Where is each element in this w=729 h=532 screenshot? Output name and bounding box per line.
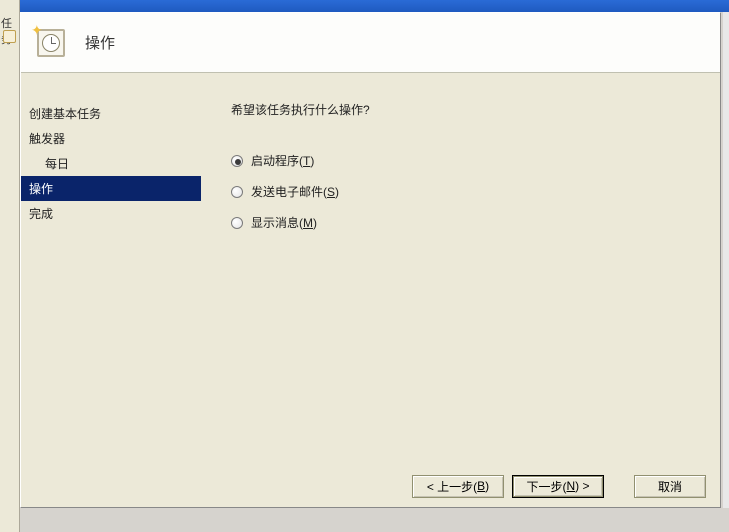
dialog-body: 创建基本任务 触发器 每日 操作 完成 希望该任务执行什么操作? 启动程序(T)… — [21, 73, 720, 465]
wizard-step-list: 创建基本任务 触发器 每日 操作 完成 — [21, 101, 201, 226]
dialog-footer: < 上一步(B) 下一步(N) > 取消 — [21, 465, 720, 507]
parent-window-right-edge — [723, 12, 729, 508]
radio-label: 显示消息(M) — [251, 214, 317, 231]
action-question: 希望该任务执行什么操作? — [231, 101, 700, 118]
parent-panel-icon — [3, 30, 16, 43]
radio-show-message[interactable]: 显示消息(M) — [231, 214, 700, 231]
radio-indicator-icon — [231, 155, 243, 167]
schedule-clock-icon: ✦ — [31, 23, 71, 63]
content-pane: 希望该任务执行什么操作? 启动程序(T) 发送电子邮件(S) 显示消息(M) — [231, 101, 700, 245]
wizard-step-finish[interactable]: 完成 — [21, 201, 201, 226]
radio-label: 发送电子邮件(S) — [251, 183, 339, 200]
parent-window-left-panel: 任务 — [0, 0, 20, 532]
wizard-step-action[interactable]: 操作 — [21, 176, 201, 201]
dialog-header: ✦ 操作 — [21, 13, 720, 73]
next-button[interactable]: 下一步(N) > — [512, 475, 604, 498]
back-button[interactable]: < 上一步(B) — [412, 475, 504, 498]
radio-send-email[interactable]: 发送电子邮件(S) — [231, 183, 700, 200]
radio-start-program[interactable]: 启动程序(T) — [231, 152, 700, 169]
cancel-button[interactable]: 取消 — [634, 475, 706, 498]
radio-indicator-icon — [231, 217, 243, 229]
radio-label: 启动程序(T) — [251, 152, 314, 169]
wizard-dialog: ✦ 操作 创建基本任务 触发器 每日 操作 完成 希望该任务执行什么操作? 启动… — [20, 12, 721, 508]
wizard-step-create[interactable]: 创建基本任务 — [21, 101, 201, 126]
parent-window-bottom — [0, 508, 729, 532]
wizard-step-trigger[interactable]: 触发器 — [21, 126, 201, 151]
wizard-step-daily[interactable]: 每日 — [21, 151, 201, 176]
radio-indicator-icon — [231, 186, 243, 198]
dialog-title: 操作 — [85, 32, 115, 53]
parent-window-titlebar — [0, 0, 729, 12]
